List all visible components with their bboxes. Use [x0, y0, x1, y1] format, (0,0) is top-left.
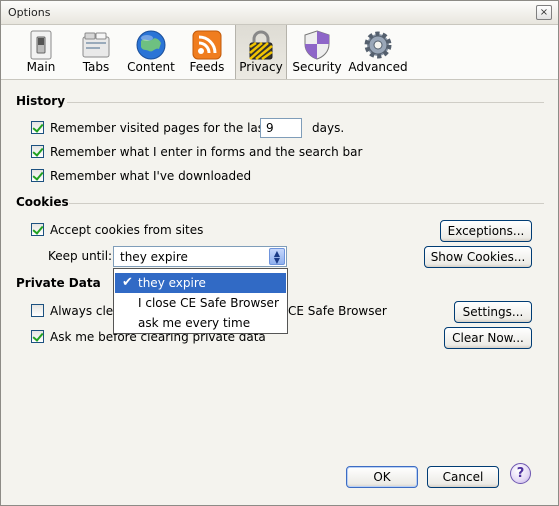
tab-main-label: Main	[26, 60, 56, 74]
title-bar[interactable]: Options ×	[1, 1, 558, 25]
tab-content-label: Content	[127, 60, 175, 74]
close-button[interactable]: ×	[536, 5, 552, 20]
remember-downloads-checkbox[interactable]	[31, 169, 44, 182]
shield-icon	[304, 30, 330, 60]
history-divider	[67, 102, 544, 103]
padlock-icon	[249, 30, 273, 61]
keep-until-dropdown: ✔ they expire I close CE Safe Browser as…	[113, 268, 288, 334]
remember-visited-checkbox[interactable]	[31, 121, 44, 134]
tab-tabs[interactable]: Tabs	[69, 25, 123, 79]
cookies-divider	[69, 203, 544, 204]
show-cookies-button[interactable]: Show Cookies...	[424, 246, 532, 268]
clear-now-button[interactable]: Clear Now...	[444, 327, 532, 349]
remember-visited-label: Remember visited pages for the last	[50, 121, 269, 135]
tab-feeds-label: Feeds	[189, 60, 225, 74]
tab-privacy-label: Privacy	[239, 60, 283, 74]
keep-until-select[interactable]: they expire ▲ ▼	[113, 246, 287, 267]
dropdown-option-they-expire[interactable]: ✔ they expire	[115, 273, 286, 293]
remember-downloads-row: Remember what I've downloaded	[31, 169, 251, 183]
tab-advanced[interactable]: Advanced	[347, 25, 409, 79]
tab-security-label: Security	[292, 60, 342, 74]
dropdown-option-label: ask me every time	[138, 316, 251, 330]
tab-content[interactable]: Content	[125, 25, 177, 79]
window-title: Options	[8, 6, 51, 19]
cancel-button[interactable]: Cancel	[427, 466, 499, 488]
always-clear-label: Always clea	[50, 304, 121, 318]
gear-icon	[364, 31, 392, 59]
cookies-heading: Cookies	[16, 195, 69, 209]
private-data-heading: Private Data	[16, 276, 101, 290]
accept-cookies-checkbox[interactable]	[31, 223, 44, 236]
dropdown-option-label: they expire	[138, 276, 206, 290]
accept-cookies-label: Accept cookies from sites	[50, 223, 204, 237]
tab-tabs-label: Tabs	[82, 60, 110, 74]
tab-feeds[interactable]: Feeds	[181, 25, 233, 79]
always-clear-checkbox[interactable]	[31, 304, 44, 317]
ask-before-clearing-checkbox[interactable]	[31, 330, 44, 343]
spinner-arrows-icon[interactable]: ▲ ▼	[269, 248, 285, 265]
always-clear-suffix: CE Safe Browser	[288, 304, 387, 318]
switch-icon	[30, 30, 52, 60]
preferences-toolbar: Main Tabs Content Feeds Privacy Security…	[1, 25, 558, 80]
tab-privacy[interactable]: Privacy	[235, 25, 287, 79]
dropdown-option-label: I close CE Safe Browser	[138, 296, 279, 310]
tab-security[interactable]: Security	[291, 25, 343, 79]
tabs-icon	[82, 32, 110, 58]
settings-button[interactable]: Settings...	[454, 301, 532, 323]
always-clear-row: Always clea	[31, 304, 121, 318]
globe-icon	[136, 30, 166, 60]
exceptions-button[interactable]: Exceptions...	[440, 220, 532, 242]
dropdown-option-ask[interactable]: ask me every time	[115, 313, 286, 333]
remember-forms-checkbox[interactable]	[31, 145, 44, 158]
keep-until-label: Keep until:	[48, 249, 113, 263]
remember-downloads-label: Remember what I've downloaded	[50, 169, 252, 183]
accept-cookies-row: Accept cookies from sites	[31, 223, 203, 237]
history-days-input[interactable]: 9	[260, 118, 302, 138]
options-window: Options × Main Tabs Content Feeds Privac…	[0, 0, 559, 506]
remember-visited-row: Remember visited pages for the last	[31, 121, 269, 135]
remember-forms-row: Remember what I enter in forms and the s…	[31, 145, 362, 159]
days-label: days.	[312, 121, 345, 135]
checkmark-icon: ✔	[122, 275, 133, 290]
dropdown-option-close-browser[interactable]: I close CE Safe Browser	[115, 293, 286, 313]
help-button[interactable]: ?	[510, 463, 531, 484]
tab-advanced-label: Advanced	[348, 60, 408, 74]
rss-icon	[192, 30, 222, 60]
remember-forms-label: Remember what I enter in forms and the s…	[50, 145, 363, 159]
history-heading: History	[16, 94, 66, 108]
ok-button[interactable]: OK	[346, 466, 418, 488]
keep-until-value: they expire	[120, 250, 188, 264]
tab-main[interactable]: Main	[15, 25, 67, 79]
